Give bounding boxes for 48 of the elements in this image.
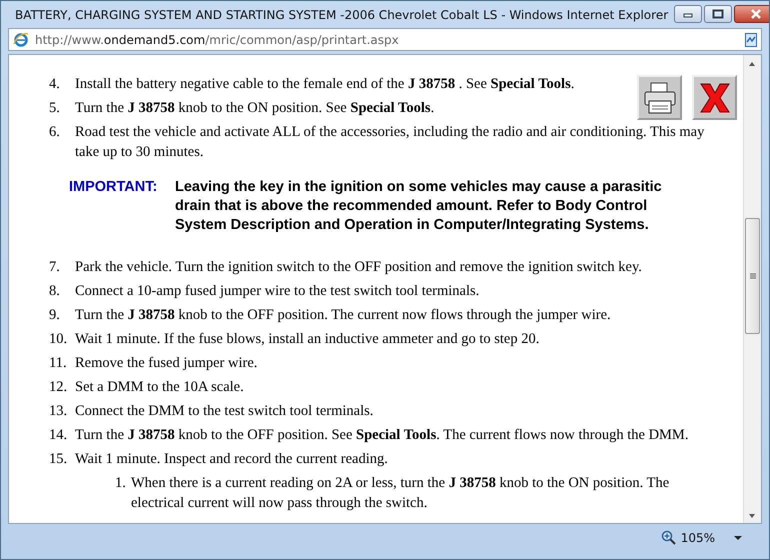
step-text: Wait 1 minute. Inspect and record the current reading.	[75, 450, 389, 469]
step-number: 5.	[49, 99, 61, 118]
step-text: Connect the DMM to the test switch tool terminals.	[75, 402, 374, 421]
step-number: 12.	[49, 378, 68, 397]
close-button[interactable]	[734, 5, 769, 23]
zoom-icon[interactable]	[660, 530, 677, 546]
close-icon	[750, 9, 762, 19]
step-number: 8.	[49, 282, 61, 301]
address-url: http://www.ondemand5.com/mric/common/asp/printart.aspx	[35, 32, 400, 46]
grip-icon	[748, 272, 756, 280]
printer-icon	[642, 80, 678, 114]
important-label: IMPORTANT:	[68, 178, 158, 197]
substep-text: When there is a current reading on 2A or less, turn the J 38758 knob to the ON position. The electrical current will now pass through the switch.	[131, 474, 670, 513]
step-number: 14.	[49, 426, 68, 445]
window-title: BATTERY, CHARGING SYSTEM AND STARTING SYSTEM -2006 Chevrolet Cobalt LS - Windows Internet Explorer	[15, 8, 668, 22]
close-icon	[698, 80, 732, 114]
compatibility-icon[interactable]	[745, 32, 757, 46]
address-field[interactable]: http://www.ondemand5.com/mric/common/asp/printart.aspx	[8, 28, 762, 51]
step-text: Turn the J 38758 knob to the ON position. See Special Tools.	[75, 99, 436, 118]
step-number: 4.	[49, 75, 61, 94]
scroll-thumb[interactable]	[745, 218, 760, 334]
step-text: Road test the vehicle and activate ALL of the accessories, including the radio and air conditioning. This may take up to 30 minutes.	[75, 123, 706, 162]
step-text: Turn the J 38758 knob to the OFF position. The current now flows through the jumper wire.	[75, 306, 612, 325]
page-icon	[13, 32, 29, 48]
step-text: Wait 1 minute. If the fuse blows, install an inductive ammeter and go to step 20.	[75, 330, 540, 349]
step-number: 15.	[49, 450, 68, 469]
zoom-level[interactable]: 105%	[680, 530, 715, 544]
vertical-scrollbar[interactable]	[743, 55, 761, 523]
step-text: Turn the J 38758 knob to the OFF position. See Special Tools. The current flows now through the DMM.	[75, 426, 690, 445]
substep-number: 1.	[115, 474, 127, 493]
close-page-button[interactable]	[692, 75, 737, 120]
step-number: 10.	[49, 330, 68, 349]
minimize-button[interactable]	[674, 5, 702, 23]
step-number: 13.	[49, 402, 68, 421]
step-text: Set a DMM to the 10A scale.	[75, 378, 245, 397]
step-text: Install the battery negative cable to the female end of the J 38758 . See Special Tools.	[75, 75, 576, 94]
step-number: 9.	[49, 306, 61, 325]
maximize-button[interactable]	[704, 5, 732, 23]
step-number: 7.	[49, 258, 61, 277]
step-number: 11.	[49, 354, 68, 373]
dropdown-caret-icon[interactable]	[733, 534, 743, 540]
step-text: Connect a 10-amp fused jumper wire to the test switch tool terminals.	[75, 282, 480, 301]
step-text: Remove the fused jumper wire.	[75, 354, 258, 373]
step-text: Park the vehicle. Turn the ignition switch to the OFF position and remove the ignition switch key.	[75, 258, 643, 277]
print-button[interactable]	[637, 75, 682, 120]
important-text: Leaving the key in the ignition on some vehicles may cause a parasitic drain that is above the recommended amount. Refer to Body Control System Description and Operation in Computer/Integrating Systems.	[175, 178, 663, 235]
step-number: 6.	[49, 123, 61, 142]
maximize-icon	[712, 9, 724, 19]
